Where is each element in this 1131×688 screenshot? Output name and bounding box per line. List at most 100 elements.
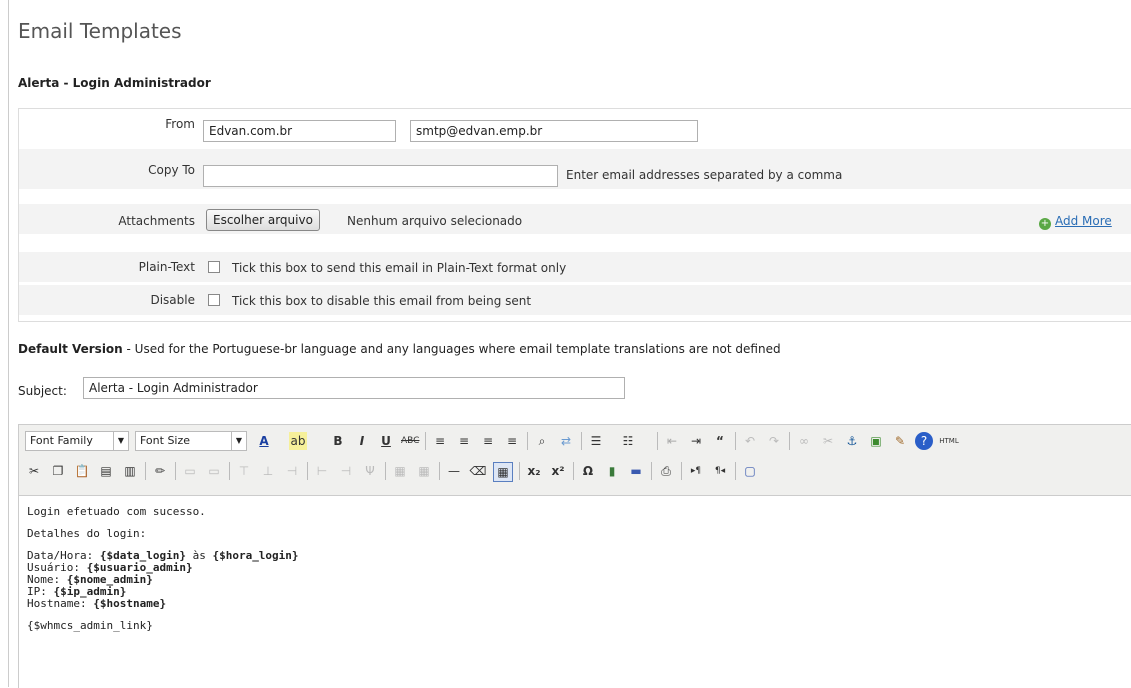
help-icon[interactable]: ?: [915, 432, 933, 450]
special-char-icon[interactable]: Ω: [579, 462, 597, 480]
redo-icon[interactable]: ↷: [765, 432, 783, 450]
align-center-icon[interactable]: ≡: [455, 432, 473, 450]
default-version-description: - Used for the Portuguese-br language an…: [122, 342, 781, 356]
remove-format-icon[interactable]: ⌫: [469, 462, 487, 480]
copy-to-input[interactable]: [203, 165, 558, 187]
font-family-select[interactable]: Font Family ▼: [25, 431, 129, 451]
editor-toolbar: Font Family ▼ Font Size ▼ A ab B I U ABC ≡…: [19, 425, 1131, 496]
italic-icon[interactable]: I: [353, 432, 371, 450]
indent-icon[interactable]: ⇥: [687, 432, 705, 450]
row-properties-icon[interactable]: ▭: [181, 462, 199, 480]
delete-row-icon[interactable]: ⊣: [283, 462, 301, 480]
advanced-hr-icon[interactable]: ▬: [627, 462, 645, 480]
hostname-var: {$hostname}: [93, 597, 167, 610]
cleanup-icon[interactable]: ✎: [891, 432, 909, 450]
body-line-1: Login efetuado com sucesso.: [27, 505, 206, 518]
template-name: Alerta - Login Administrador: [18, 76, 211, 90]
horizontal-rule-icon[interactable]: —: [445, 462, 463, 480]
superscript-icon[interactable]: x²: [549, 462, 567, 480]
from-row: From: [19, 109, 1131, 142]
editor-body[interactable]: Login efetuado com sucesso. Detalhes do …: [19, 496, 1131, 652]
disable-hint: Tick this box to disable this email from…: [232, 294, 532, 308]
unlink-icon[interactable]: ✂: [819, 432, 837, 450]
plaintext-hint: Tick this box to send this email in Plai…: [232, 261, 567, 275]
copy-to-row: Copy To Enter email addresses separated …: [19, 149, 1131, 189]
bullet-list-icon[interactable]: ☰: [587, 432, 605, 450]
hostname-label: Hostname:: [27, 597, 94, 610]
paste-text-icon[interactable]: ▤: [97, 462, 115, 480]
disable-checkbox[interactable]: [208, 294, 220, 306]
rich-text-editor: Font Family ▼ Font Size ▼ A ab B I U ABC ≡…: [18, 424, 1131, 688]
link-icon[interactable]: ∞: [795, 432, 813, 450]
disable-row: Disable Tick this box to disable this em…: [19, 285, 1131, 315]
cut-icon[interactable]: ✂: [25, 462, 43, 480]
print-icon[interactable]: ⎙: [657, 462, 675, 480]
choose-file-button[interactable]: Escolher arquivo: [206, 209, 320, 231]
font-size-value: Font Size: [140, 434, 191, 447]
add-icon: +: [1039, 218, 1051, 230]
strikethrough-icon[interactable]: ABC: [401, 432, 419, 450]
plaintext-label: Plain-Text: [138, 260, 195, 274]
cell-properties-icon[interactable]: ▭: [205, 462, 223, 480]
html-source-icon[interactable]: HTML: [937, 432, 961, 450]
default-version-note: Default Version - Used for the Portugues…: [18, 342, 781, 356]
split-cells-icon[interactable]: ▦: [391, 462, 409, 480]
align-justify-icon[interactable]: ≡: [503, 432, 521, 450]
add-more-label: Add More: [1055, 214, 1112, 228]
from-email-input[interactable]: [410, 120, 698, 142]
chevron-down-icon: ▼: [231, 432, 246, 450]
subject-input[interactable]: [83, 377, 625, 399]
body-line-2: Detalhes do login:: [27, 527, 147, 540]
plaintext-row: Plain-Text Tick this box to send this em…: [19, 252, 1131, 282]
underline-icon[interactable]: U: [377, 432, 395, 450]
plaintext-checkbox[interactable]: [208, 261, 220, 273]
ltr-icon[interactable]: ▸¶: [687, 462, 705, 480]
insert-row-before-icon[interactable]: ⊤: [235, 462, 253, 480]
attachments-label: Attachments: [118, 214, 195, 228]
default-version-heading: Default Version: [18, 342, 123, 356]
anchor-icon[interactable]: ⚓: [843, 432, 861, 450]
body-details: Data/Hora: {$data_login} às {$hora_login…: [27, 550, 1127, 610]
add-more-link[interactable]: + Add More: [1039, 214, 1112, 230]
image-icon[interactable]: ▣: [867, 432, 885, 450]
highlight-color-icon[interactable]: ab: [289, 432, 307, 450]
align-left-icon[interactable]: ≡: [431, 432, 449, 450]
rtl-icon[interactable]: ¶◂: [711, 462, 729, 480]
copy-icon[interactable]: ❐: [49, 462, 67, 480]
blockquote-icon[interactable]: “: [711, 432, 729, 450]
from-label: From: [165, 117, 195, 131]
find-icon[interactable]: ⌕: [533, 432, 551, 450]
from-name-input[interactable]: [203, 120, 396, 142]
outdent-icon[interactable]: ⇤: [663, 432, 681, 450]
body-admin-link: {$whmcs_admin_link}: [27, 619, 153, 632]
text-color-icon[interactable]: A: [255, 432, 273, 450]
hora-login-var: {$hora_login}: [212, 549, 299, 562]
file-status: Nenhum arquivo selecionado: [347, 214, 523, 228]
chevron-down-icon: ▼: [113, 432, 128, 450]
email-settings-form: From Copy To Enter email addresses separ…: [18, 108, 1131, 322]
copy-to-label: Copy To: [148, 163, 195, 177]
paste-word-icon[interactable]: ▥: [121, 462, 139, 480]
media-icon[interactable]: ▮: [603, 462, 621, 480]
table-icon[interactable]: ▦: [493, 462, 513, 482]
insert-col-after-icon[interactable]: ⊣: [337, 462, 355, 480]
subscript-icon[interactable]: x₂: [525, 462, 543, 480]
insert-row-after-icon[interactable]: ⊥: [259, 462, 277, 480]
bold-icon[interactable]: B: [329, 432, 347, 450]
font-size-select[interactable]: Font Size ▼: [135, 431, 247, 451]
align-right-icon[interactable]: ≡: [479, 432, 497, 450]
replace-icon[interactable]: ⇄: [557, 432, 575, 450]
numbered-list-icon[interactable]: ☷: [619, 432, 637, 450]
attachments-row: Attachments Escolher arquivo Nenhum arqu…: [19, 204, 1131, 234]
undo-icon[interactable]: ↶: [741, 432, 759, 450]
delete-col-icon[interactable]: Ψ: [361, 462, 379, 480]
insert-col-before-icon[interactable]: ⊢: [313, 462, 331, 480]
page-title: Email Templates: [18, 19, 182, 43]
merge-cells-icon[interactable]: ▦: [415, 462, 433, 480]
edit-icon[interactable]: ✏: [151, 462, 169, 480]
font-family-value: Font Family: [30, 434, 93, 447]
fullscreen-icon[interactable]: ▢: [741, 462, 759, 480]
disable-label: Disable: [150, 293, 195, 307]
paste-icon[interactable]: 📋: [73, 462, 91, 480]
copy-to-hint: Enter email addresses separated by a com…: [566, 168, 843, 182]
